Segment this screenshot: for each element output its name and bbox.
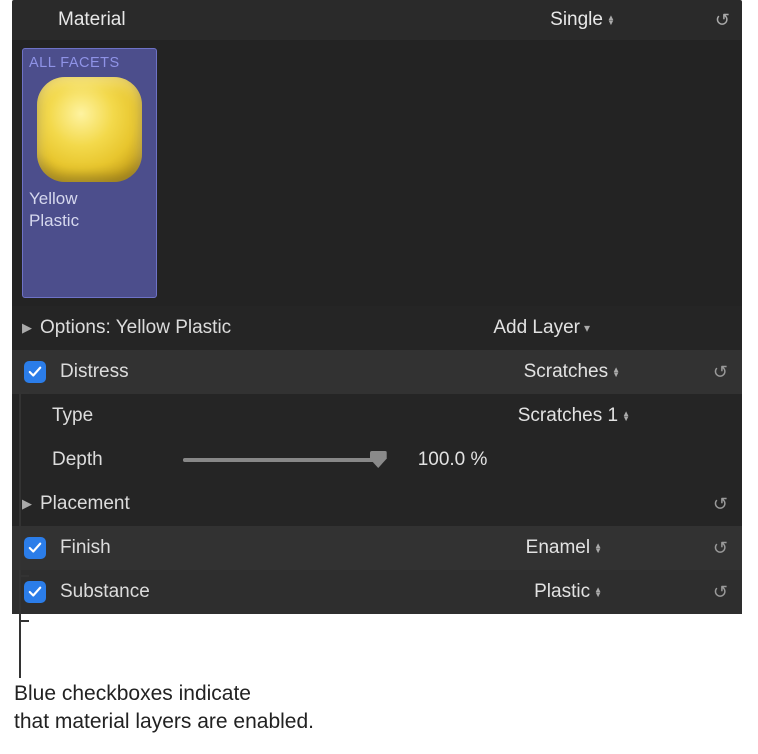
- finish-label: Finish: [60, 537, 111, 559]
- material-mode-value: Single: [550, 9, 603, 31]
- options-row: ▶ Options: Yellow Plastic Add Layer ▾: [12, 306, 742, 350]
- substance-value: Plastic: [534, 581, 590, 603]
- distress-row: Distress Scratches ▲▼ ↺: [12, 350, 742, 394]
- check-icon: [28, 365, 42, 379]
- section-title: Material: [24, 9, 550, 31]
- facet-label: ALL FACETS: [29, 55, 150, 71]
- depth-slider[interactable]: 100.0 %: [103, 449, 730, 471]
- material-mode-select[interactable]: Single ▲▼: [550, 9, 715, 31]
- material-name: Yellow Plastic: [29, 188, 150, 232]
- material-header: Material Single ▲▼ ↺: [12, 0, 742, 40]
- material-inspector-panel: Material Single ▲▼ ↺ ALL FACETS Yellow P…: [12, 0, 742, 614]
- distress-value: Scratches: [524, 361, 608, 383]
- type-row: Type Scratches 1 ▲▼: [12, 394, 742, 438]
- callout-tick: [19, 575, 29, 577]
- substance-label: Substance: [60, 581, 150, 603]
- slider-thumb-icon[interactable]: [370, 451, 387, 468]
- updown-icon: ▲▼: [622, 411, 630, 421]
- callout-tick: [19, 392, 29, 394]
- callout-line: [19, 392, 21, 678]
- substance-row: Substance Plastic ▲▼ ↺: [12, 570, 742, 614]
- annotation-caption: Blue checkboxes indicate that material l…: [14, 680, 314, 736]
- placement-label: Placement: [40, 493, 130, 515]
- material-preview-card[interactable]: ALL FACETS Yellow Plastic: [22, 48, 157, 298]
- callout-tick: [19, 620, 29, 622]
- disclosure-triangle-icon[interactable]: ▶: [22, 496, 40, 512]
- depth-label: Depth: [22, 449, 103, 471]
- slider-fill: [183, 458, 378, 462]
- finish-checkbox[interactable]: [24, 537, 46, 559]
- reset-icon[interactable]: ↺: [713, 362, 728, 383]
- substance-select[interactable]: Plastic ▲▼: [534, 581, 602, 603]
- add-layer-label: Add Layer: [493, 317, 580, 339]
- chevron-down-icon: ▾: [584, 321, 590, 335]
- finish-value: Enamel: [526, 537, 590, 559]
- type-label: Type: [22, 405, 93, 427]
- material-preview-area: ALL FACETS Yellow Plastic: [12, 40, 742, 306]
- type-select[interactable]: Scratches 1 ▲▼: [518, 405, 630, 427]
- updown-icon: ▲▼: [607, 15, 615, 25]
- reset-icon[interactable]: ↺: [713, 494, 728, 515]
- check-icon: [28, 585, 42, 599]
- distress-checkbox[interactable]: [24, 361, 46, 383]
- disclosure-triangle-icon[interactable]: ▶: [22, 320, 40, 336]
- depth-value[interactable]: 100.0 %: [418, 449, 488, 471]
- placement-row: ▶ Placement ↺: [12, 482, 742, 526]
- updown-icon: ▲▼: [594, 543, 602, 553]
- type-value: Scratches 1: [518, 405, 618, 427]
- options-label: Options: Yellow Plastic: [40, 317, 231, 339]
- updown-icon: ▲▼: [594, 587, 602, 597]
- check-icon: [28, 541, 42, 555]
- reset-icon[interactable]: ↺: [713, 582, 728, 603]
- distress-label: Distress: [60, 361, 129, 383]
- reset-icon[interactable]: ↺: [715, 10, 730, 31]
- material-swatch-icon: [37, 77, 142, 182]
- reset-icon[interactable]: ↺: [713, 538, 728, 559]
- updown-icon: ▲▼: [612, 367, 620, 377]
- add-layer-select[interactable]: Add Layer ▾: [493, 317, 590, 339]
- depth-row: Depth 100.0 %: [12, 438, 742, 482]
- finish-select[interactable]: Enamel ▲▼: [526, 537, 602, 559]
- substance-checkbox[interactable]: [24, 581, 46, 603]
- finish-row: Finish Enamel ▲▼ ↺: [12, 526, 742, 570]
- distress-select[interactable]: Scratches ▲▼: [524, 361, 620, 383]
- slider-track[interactable]: [183, 458, 378, 462]
